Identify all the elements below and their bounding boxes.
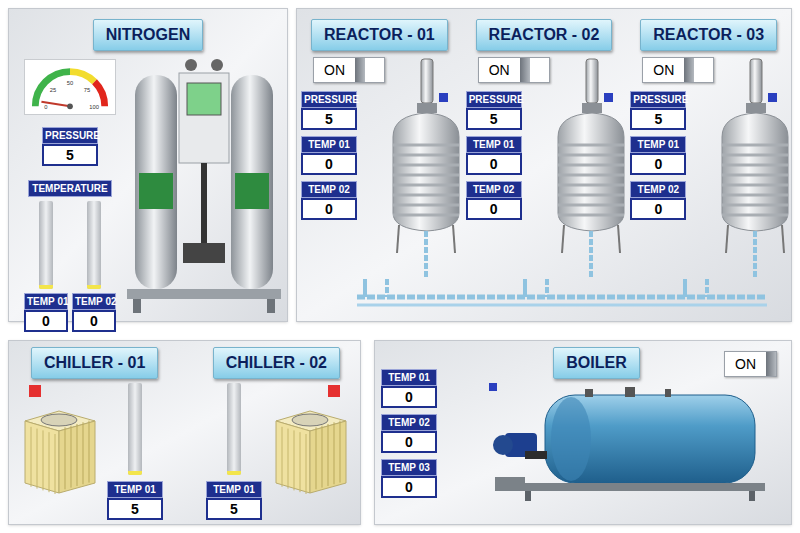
readout-label: PRESSURE [42,127,98,144]
readout-value: 5 [301,108,357,130]
readout-label: TEMP 02 [466,181,522,198]
nitrogen-generator-icon [121,53,287,315]
readout-value: 0 [466,198,522,220]
readout: TEMP 020 [301,181,357,220]
readout: PRESSURE5 [630,91,686,130]
readout-label: TEMP 01 [466,136,522,153]
level-bar [227,383,241,475]
readout-label: TEMP 01 [206,481,262,498]
reactor-icon [714,57,790,279]
readout-value: 0 [381,386,437,408]
power-switch[interactable]: ON [724,351,777,377]
readout: TEMP 015 [206,481,262,520]
readout-label: TEMP 02 [630,181,686,198]
temperature-label: TEMPERATURE [28,180,111,197]
readout-value: 0 [301,153,357,175]
readout: PRESSURE5 [42,127,98,166]
bottom-row: CHILLER - 01TEMP 015CHILLER - 02TEMP 015… [8,340,792,525]
boiler-panel: TEMP 010TEMP 020TEMP 030BOILERON [374,340,792,525]
readout: TEMP 030 [381,459,437,498]
readout: PRESSURE5 [466,91,522,130]
chillers-panel: CHILLER - 01TEMP 015CHILLER - 02TEMP 015 [8,340,361,525]
reactor-unit: REACTOR - 02ONPRESSURE5TEMP 010TEMP 020 [462,9,627,279]
svg-text:75: 75 [84,87,90,93]
readout-value: 0 [301,198,357,220]
readout-label: TEMP 02 [381,414,437,431]
reactor-unit: REACTOR - 01ONPRESSURE5TEMP 010TEMP 020 [297,9,462,279]
pipeline-icon [297,279,791,321]
nitrogen-panel: NITROGEN 0 25 50 75 100 PRESSURE5 TEMPERATURE TE… [8,8,288,322]
reactor-icon [550,57,626,279]
readout: TEMP 010 [301,136,357,175]
readout: TEMP 015 [107,481,163,520]
readout-value: 5 [206,498,262,520]
readout: PRESSURE5 [301,91,357,130]
pressure-gauge: 0 25 50 75 100 [24,59,116,115]
level-bar [39,201,53,289]
readout-value: 0 [630,153,686,175]
section-title: REACTOR - 01 [311,19,448,51]
readout-value: 0 [466,153,522,175]
power-switch[interactable]: ON [478,57,550,83]
top-row: NITROGEN0255075100PRESSURE5TEMPERATURETE… [8,8,792,322]
hmi-screen: NITROGEN0255075100PRESSURE5TEMPERATURETE… [0,0,800,533]
section-title: REACTOR - 02 [476,19,613,51]
svg-text:0: 0 [44,104,47,110]
svg-text:25: 25 [50,87,56,93]
alarm-indicator [29,385,41,397]
readout-label: TEMP 01 [301,136,357,153]
power-switch[interactable]: ON [313,57,385,83]
readout-value: 5 [42,144,98,166]
readout-label: TEMP 03 [381,459,437,476]
alarm-indicator [328,385,340,397]
svg-text:50: 50 [67,80,73,86]
level-bar [87,201,101,289]
reactors-panel: REACTOR - 01ONPRESSURE5TEMP 010TEMP 020R… [296,8,792,322]
readout-value: 0 [72,310,116,332]
readout: TEMP 010 [630,136,686,175]
readout-value: 0 [630,198,686,220]
svg-text:100: 100 [89,104,99,110]
readout-label: TEMP 01 [107,481,163,498]
chiller-unit: CHILLER - 01 TEMP 015 [9,341,185,524]
readout-label: TEMP 02 [301,181,357,198]
readout-label: TEMP 02 [72,293,116,310]
readout-value: 5 [466,108,522,130]
readout-value: 5 [107,498,163,520]
reactor-unit: REACTOR - 03ONPRESSURE5TEMP 010TEMP 020 [626,9,791,279]
reactor-icon [385,57,461,279]
section-title: NITROGEN [93,19,203,51]
readout-value: 5 [630,108,686,130]
readout-label: PRESSURE [301,91,357,108]
readout: TEMP 020 [72,293,116,332]
readout-value: 0 [381,476,437,498]
chiller-unit: CHILLER - 02 TEMP 015 [185,341,361,524]
readout-label: PRESSURE [466,91,522,108]
section-title: CHILLER - 02 [213,347,340,379]
section-title: CHILLER - 01 [31,347,158,379]
readout: TEMP 020 [381,414,437,453]
readout: TEMP 010 [381,369,437,408]
readout-label: TEMP 01 [381,369,437,386]
readout: TEMP 020 [466,181,522,220]
readout-label: PRESSURE [630,91,686,108]
power-switch[interactable]: ON [642,57,714,83]
readout: TEMP 010 [466,136,522,175]
chiller-icon [19,397,99,497]
section-title: BOILER [553,347,639,379]
level-bar [128,383,142,475]
boiler-icon [485,381,777,505]
readout-value: 0 [381,431,437,453]
chiller-icon [270,397,350,497]
readout-label: TEMP 01 [24,293,68,310]
readout-value: 0 [24,310,68,332]
readout: TEMP 020 [630,181,686,220]
readout-label: TEMP 01 [630,136,686,153]
section-title: REACTOR - 03 [640,19,777,51]
readout: TEMP 010 [24,293,68,332]
